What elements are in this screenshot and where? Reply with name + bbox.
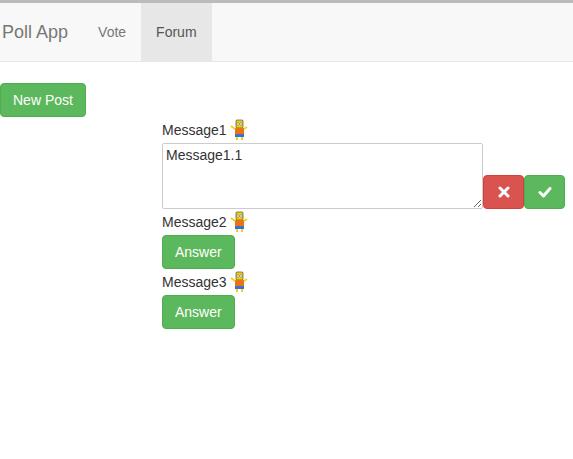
message-text: Message2 xyxy=(162,214,227,230)
message: Message1 xyxy=(162,119,573,211)
avatar-icon xyxy=(230,211,248,233)
message: Message2 Answer xyxy=(162,211,573,271)
brand[interactable]: Poll App xyxy=(0,3,83,61)
nav-tab[interactable]: Forum xyxy=(141,3,211,61)
nav-tab[interactable]: Vote xyxy=(83,3,141,61)
content: New Post Message1 Message2 Answer Message3 An… xyxy=(0,62,573,331)
cancel-button[interactable] xyxy=(483,175,524,209)
message-header: Message3 xyxy=(162,271,573,293)
message-header: Message2 xyxy=(162,211,573,233)
cross-icon xyxy=(497,185,511,199)
avatar-icon xyxy=(230,271,248,293)
answer-wrap: Answer xyxy=(162,295,573,329)
navbar: Poll AppVoteForum xyxy=(0,3,573,62)
check-icon xyxy=(538,185,552,199)
message: Message3 Answer xyxy=(162,271,573,331)
reply-row xyxy=(162,143,573,209)
answer-button[interactable]: Answer xyxy=(162,235,235,269)
answer-button[interactable]: Answer xyxy=(162,295,235,329)
avatar-icon xyxy=(230,119,248,141)
answer-wrap: Answer xyxy=(162,235,573,269)
confirm-button[interactable] xyxy=(524,175,565,209)
reply-field[interactable] xyxy=(162,143,483,209)
message-header: Message1 xyxy=(162,119,573,141)
message-text: Message1 xyxy=(162,122,227,138)
message-text: Message3 xyxy=(162,274,227,290)
message-list: Message1 Message2 Answer Message3 Answer xyxy=(162,119,573,331)
new-post-button[interactable]: New Post xyxy=(0,83,86,117)
